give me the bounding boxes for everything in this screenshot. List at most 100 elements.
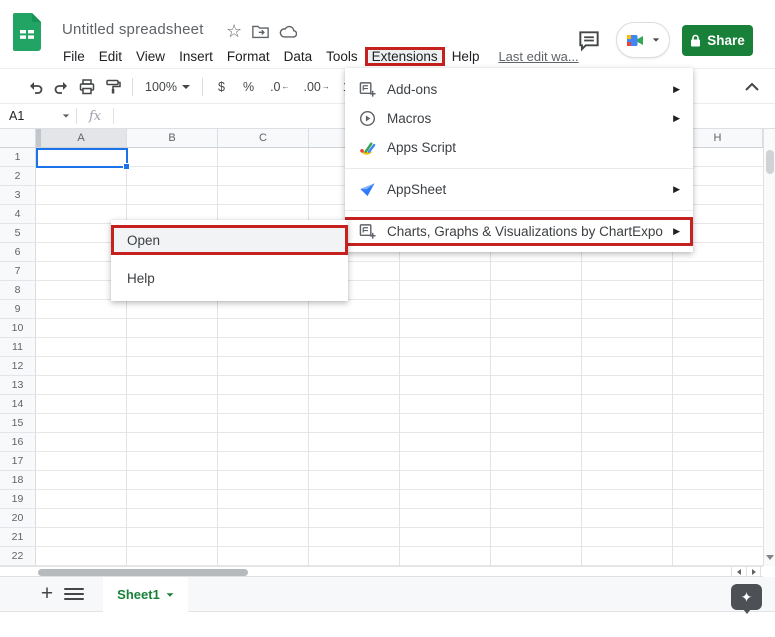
- row-header-15[interactable]: 15: [0, 414, 36, 433]
- collapse-toolbar-button[interactable]: [739, 74, 765, 100]
- vertical-scrollbar-thumb[interactable]: [766, 150, 774, 174]
- menu-extensions[interactable]: Extensions: [365, 47, 445, 66]
- menu-file[interactable]: File: [56, 47, 92, 66]
- print-button[interactable]: [74, 74, 100, 100]
- scroll-right-icon: [752, 569, 756, 575]
- sheet-tab-caret: [166, 593, 173, 596]
- zoom-caret: [182, 85, 190, 89]
- explore-button[interactable]: ✦: [731, 584, 762, 610]
- comment-icon[interactable]: [576, 28, 602, 54]
- sheet-tab[interactable]: Sheet1: [103, 577, 188, 612]
- star-icon[interactable]: ☆: [226, 23, 242, 40]
- menu-tools[interactable]: Tools: [319, 47, 365, 66]
- header: Untitled spreadsheet ☆ FileEditViewInser…: [0, 0, 775, 69]
- menu-bar: FileEditViewInsertFormatDataToolsExtensi…: [56, 44, 579, 68]
- menu-edit[interactable]: Edit: [92, 47, 129, 66]
- apps-script-icon: [358, 139, 376, 157]
- name-box[interactable]: A1: [0, 109, 76, 123]
- appsheet-icon: [358, 181, 376, 199]
- arrow-right-icon: →: [322, 82, 330, 91]
- menu-item-appsheet[interactable]: AppSheet ▶: [345, 175, 693, 204]
- menu-item-add-ons[interactable]: Add-ons ▶: [345, 75, 693, 104]
- sheet-tab-label: Sheet1: [117, 587, 160, 602]
- addon-icon: [358, 81, 376, 99]
- move-folder-icon[interactable]: [252, 24, 269, 39]
- arrow-left-icon: ←: [282, 82, 290, 91]
- row-header-16[interactable]: 16: [0, 433, 36, 452]
- undo-button[interactable]: [22, 74, 48, 100]
- row-header-19[interactable]: 19: [0, 490, 36, 509]
- formula-bar-divider: [113, 108, 114, 124]
- row-header-2[interactable]: 2: [0, 167, 36, 186]
- column-header-a[interactable]: A: [36, 129, 127, 148]
- row-header-3[interactable]: 3: [0, 186, 36, 205]
- scroll-right-button[interactable]: [746, 567, 761, 577]
- horizontal-scrollbar-thumb[interactable]: [38, 569, 248, 576]
- menu-divider: [345, 168, 693, 169]
- submenu-item-help[interactable]: Help: [111, 263, 348, 293]
- row-header-6[interactable]: 6: [0, 243, 36, 262]
- row-header-14[interactable]: 14: [0, 395, 36, 414]
- row-header-12[interactable]: 12: [0, 357, 36, 376]
- meet-icon: [626, 33, 644, 48]
- format-percent-button[interactable]: %: [234, 74, 263, 100]
- google-sheets-app: Untitled spreadsheet ☆ FileEditViewInser…: [0, 0, 775, 637]
- decrease-decimal-button[interactable]: .0←: [263, 74, 296, 100]
- row-header-4[interactable]: 4: [0, 205, 36, 224]
- fill-handle[interactable]: [123, 163, 130, 170]
- row-header-7[interactable]: 7: [0, 262, 36, 281]
- row-header-20[interactable]: 20: [0, 509, 36, 528]
- zoom-value: 100%: [145, 80, 177, 94]
- toolbar-divider: [202, 78, 203, 96]
- row-header-1[interactable]: 1: [0, 148, 36, 167]
- sheet-bar: + Sheet1 ✦: [0, 577, 775, 612]
- submenu-item-open[interactable]: Open: [111, 225, 348, 255]
- menu-help[interactable]: Help: [445, 47, 487, 66]
- fx-icon: fx: [77, 109, 113, 124]
- row-header-9[interactable]: 9: [0, 300, 36, 319]
- row-header-17[interactable]: 17: [0, 452, 36, 471]
- scroll-left-button[interactable]: [731, 567, 746, 577]
- share-button[interactable]: Share: [682, 25, 753, 56]
- row-header-8[interactable]: 8: [0, 281, 36, 300]
- row-header-10[interactable]: 10: [0, 319, 36, 338]
- share-label: Share: [707, 33, 745, 48]
- column-header-b[interactable]: B: [127, 129, 218, 148]
- last-edit-link[interactable]: Last edit wa...: [498, 47, 578, 66]
- cell-reference: A1: [9, 109, 24, 123]
- column-header-c[interactable]: C: [218, 129, 309, 148]
- scroll-left-icon: [737, 569, 741, 575]
- add-sheet-button[interactable]: +: [33, 580, 61, 608]
- paint-format-button[interactable]: [100, 74, 126, 100]
- vertical-scrollbar[interactable]: [763, 129, 775, 566]
- menu-divider: [345, 210, 693, 211]
- row-header-13[interactable]: 13: [0, 376, 36, 395]
- menu-item-chartexpo[interactable]: Charts, Graphs & Visualizations by Chart…: [345, 217, 693, 246]
- scroll-down-icon[interactable]: [766, 555, 774, 560]
- row-header-21[interactable]: 21: [0, 528, 36, 547]
- all-sheets-button[interactable]: [64, 585, 84, 603]
- menu-data[interactable]: Data: [277, 47, 320, 66]
- meet-button[interactable]: [616, 22, 670, 58]
- document-title[interactable]: Untitled spreadsheet: [62, 21, 204, 38]
- menu-insert[interactable]: Insert: [172, 47, 220, 66]
- menu-item-apps-script[interactable]: Apps Script: [345, 133, 693, 162]
- horizontal-scrollbar[interactable]: [0, 566, 763, 577]
- cloud-status-icon[interactable]: [279, 25, 297, 39]
- menu-view[interactable]: View: [129, 47, 172, 66]
- row-header-11[interactable]: 11: [0, 338, 36, 357]
- sheets-logo[interactable]: [13, 13, 41, 51]
- menu-item-macros[interactable]: Macros ▶: [345, 104, 693, 133]
- select-all-corner[interactable]: [0, 129, 36, 148]
- row-header-18[interactable]: 18: [0, 471, 36, 490]
- zoom-select[interactable]: 100%: [139, 74, 196, 100]
- play-circle-icon: [358, 110, 376, 128]
- document-actions: ☆: [226, 23, 297, 40]
- row-header-22[interactable]: 22: [0, 547, 36, 566]
- format-currency-button[interactable]: $: [209, 74, 234, 100]
- menu-format[interactable]: Format: [220, 47, 277, 66]
- increase-decimal-button[interactable]: .00→: [297, 74, 337, 100]
- redo-button[interactable]: [48, 74, 74, 100]
- row-header-5[interactable]: 5: [0, 224, 36, 243]
- addon-icon: [358, 223, 376, 241]
